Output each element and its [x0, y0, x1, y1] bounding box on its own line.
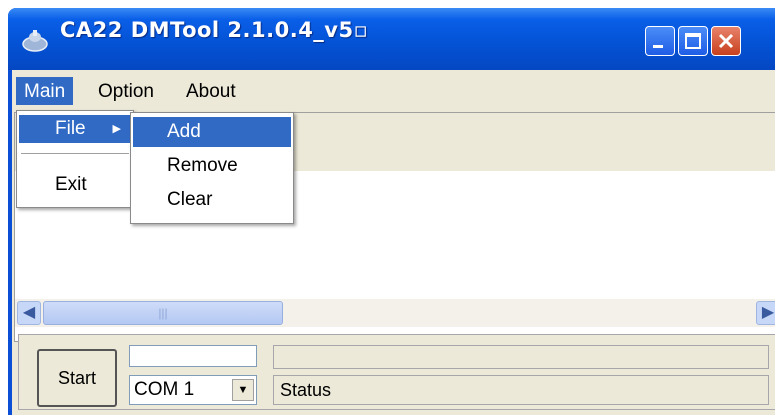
horizontal-scrollbar[interactable]: ◀ ||| ▶ [15, 299, 775, 327]
menu-about[interactable]: About [178, 77, 244, 105]
main-dropdown-menu: File ▶ Exit [16, 110, 134, 208]
status-text: Status [273, 375, 769, 405]
scroll-thumb[interactable]: ||| [43, 301, 283, 325]
minimize-button[interactable] [645, 26, 675, 56]
com-port-value: COM 1 [134, 379, 195, 400]
start-button[interactable]: Start [37, 349, 117, 407]
title-bar[interactable]: CA22 DMTool 2.1.0.4_v5▫ [8, 8, 775, 70]
menu-item-remove[interactable]: Remove [133, 151, 291, 181]
chevron-right-icon: ▶ [112, 123, 121, 135]
menu-item-file[interactable]: File ▶ [19, 115, 131, 143]
menu-item-add[interactable]: Add [133, 117, 291, 147]
window-title: CA22 DMTool 2.1.0.4_v5▫ [60, 18, 369, 42]
app-icon [22, 30, 48, 52]
menu-separator [21, 153, 129, 154]
minimize-icon [653, 45, 663, 48]
menu-main[interactable]: Main [16, 77, 74, 105]
menu-item-file-label: File [55, 118, 86, 139]
menu-option[interactable]: Option [90, 77, 162, 105]
menu-bar: Main Option About [12, 70, 775, 112]
progress-bar [273, 345, 769, 369]
chevron-down-icon[interactable]: ▼ [232, 379, 254, 401]
app-window: CA22 DMTool 2.1.0.4_v5▫ Main Option Abou… [8, 8, 775, 415]
menu-item-clear[interactable]: Clear [133, 185, 291, 215]
text-input[interactable] [129, 345, 257, 367]
file-submenu: Add Remove Clear [130, 112, 294, 224]
com-port-select[interactable]: COM 1 ▼ [129, 375, 257, 405]
maximize-icon [685, 33, 701, 49]
scroll-left-arrow-icon[interactable]: ◀ [17, 301, 41, 325]
control-panel: Start COM 1 ▼ Status [18, 334, 775, 410]
menu-item-exit[interactable]: Exit [19, 171, 131, 199]
close-icon [718, 33, 734, 49]
maximize-button[interactable] [678, 26, 708, 56]
close-button[interactable] [711, 26, 741, 56]
scroll-right-arrow-icon[interactable]: ▶ [756, 301, 775, 325]
